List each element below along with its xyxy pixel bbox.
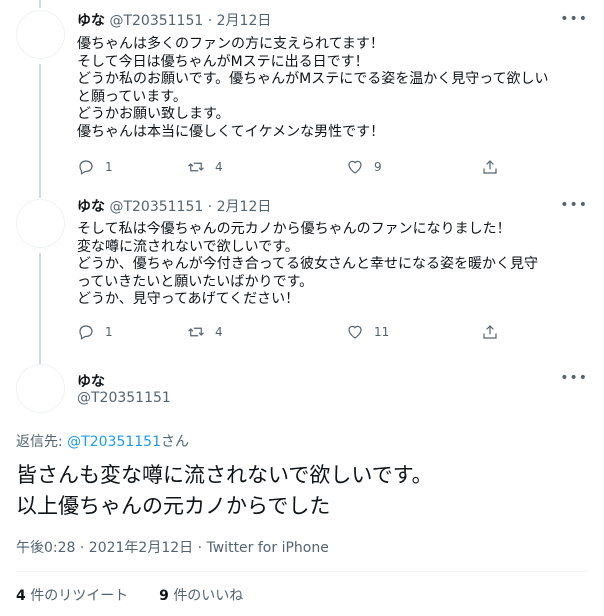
- tweet-header: ゆな @T20351151 · 2月12日: [77, 198, 271, 216]
- likes-stat[interactable]: 9 件のいいね: [159, 588, 243, 604]
- thread-line: [39, 64, 41, 190]
- reply-count: 1: [105, 325, 113, 339]
- avatar[interactable]: [16, 10, 65, 59]
- tweet-line: どうか私のお願いです。優ちゃんがMステにでる姿を温かく見守って欲しい: [77, 71, 549, 88]
- tweet-actions: 1 4 11: [77, 323, 587, 343]
- main-tweet-text: 皆さんも変な噂に流されないで欲しいです。 以上優ちゃんの元カノからでした: [16, 460, 433, 522]
- like-label: 件のいいね: [173, 588, 244, 604]
- tweet-line: どうか、優ちゃんが今付き合ってる彼女さんと幸せになる姿を暖かく見守: [77, 256, 539, 273]
- share-upload-icon: [483, 325, 497, 339]
- tweet-text: 優ちゃんは多くのファンの方に支えられてます！ そして今日は優ちゃんがMステに出る…: [77, 36, 587, 142]
- like-count: 9: [374, 160, 382, 174]
- heart-icon: [348, 160, 362, 174]
- thread-line-top: [39, 0, 41, 8]
- tweet-line: 優ちゃんは多くのファンの方に支えられてます！: [77, 36, 384, 52]
- retweets-stat[interactable]: 4 件のリツイート: [16, 588, 128, 604]
- timestamp: 午後0:28 · 2021年2月12日 · Twitter for iPhone: [16, 537, 329, 557]
- thread-line-top: [39, 190, 41, 198]
- reply-bubble-icon: [79, 325, 93, 340]
- tweet-line: っていきたいと願いたいばかりです。: [77, 273, 314, 290]
- display-name[interactable]: ゆな: [77, 13, 105, 29]
- main-avatar[interactable]: [16, 364, 65, 413]
- tweet-line: 変な噂に流されないで欲しいです。: [77, 238, 299, 255]
- dot-separator: ·: [207, 199, 217, 215]
- thread-line: [39, 253, 41, 358]
- heart-icon: [348, 325, 362, 339]
- like-button[interactable]: 11: [346, 323, 389, 341]
- tweet-actions: 1 4 9: [77, 158, 587, 178]
- reply-suffix: さん: [160, 434, 189, 450]
- replying-to: 返信先: @T20351151さん: [16, 431, 189, 451]
- tweet-text: そして私は今優ちゃんの元カノから優ちゃんのファンになりました！ 変な噂に流されな…: [77, 221, 587, 309]
- handle[interactable]: @T20351151: [109, 13, 203, 29]
- client-link[interactable]: Twitter for iPhone: [207, 540, 329, 556]
- tweet-line: どうか、見守ってあげてください！: [77, 291, 300, 308]
- tweet-line: 優ちゃんは本当に優しくてイケメンな男性です！: [77, 123, 385, 140]
- avatar[interactable]: [16, 199, 65, 248]
- tweet-line: そして今日は優ちゃんがMステに出る日です！: [77, 53, 369, 70]
- dot-separator: ·: [207, 13, 217, 29]
- retweet-label: 件のリツイート: [30, 588, 129, 604]
- reply-button[interactable]: 1: [77, 323, 113, 341]
- main-tweet-line: 以上優ちゃんの元カノからでした: [16, 494, 331, 518]
- tweet-header: ゆな @T20351151 · 2月12日: [77, 12, 271, 30]
- tweet-date[interactable]: 2月12日: [217, 13, 272, 29]
- like-button[interactable]: 9: [346, 158, 382, 176]
- retweet-count: 4: [215, 160, 223, 174]
- divider: [16, 571, 588, 572]
- main-handle[interactable]: @T20351151: [77, 390, 171, 406]
- like-total: 9: [159, 588, 169, 604]
- main-tweet-line: 皆さんも変な噂に流されないで欲しいです。: [16, 463, 433, 487]
- share-button[interactable]: [481, 323, 499, 341]
- retweet-count: 4: [215, 325, 223, 339]
- like-count: 11: [374, 325, 390, 339]
- display-name[interactable]: ゆな: [77, 199, 105, 215]
- retweet-button[interactable]: 4: [187, 158, 223, 176]
- handle[interactable]: @T20351151: [109, 199, 203, 215]
- tweet-line: どうかお願い致します。: [77, 106, 230, 123]
- share-button[interactable]: [481, 158, 499, 176]
- more-horizontal-icon[interactable]: •••: [560, 197, 588, 213]
- retweet-total: 4: [16, 588, 26, 604]
- engagement-stats: 4 件のリツイート 9 件のいいね: [16, 585, 243, 605]
- reply-handle-link[interactable]: @T20351151: [67, 434, 161, 450]
- tweet-line: と願っています。: [77, 88, 187, 105]
- share-upload-icon: [483, 160, 497, 174]
- main-display-name[interactable]: ゆな: [77, 371, 105, 391]
- retweet-arrows-icon: [188, 327, 204, 337]
- reply-prefix: 返信先:: [16, 434, 68, 450]
- reply-count: 1: [105, 160, 113, 174]
- tweet-2[interactable]: ゆな @T20351151 · 2月12日 ••• そして私は今優ちゃんの元カノ…: [0, 190, 604, 358]
- tweet-time[interactable]: 午後0:28 · 2021年2月12日 ·: [16, 540, 207, 556]
- retweet-arrows-icon: [188, 162, 204, 172]
- reply-bubble-icon: [79, 160, 93, 175]
- reply-button[interactable]: 1: [77, 158, 113, 176]
- tweet-date[interactable]: 2月12日: [217, 199, 272, 215]
- more-horizontal-icon[interactable]: •••: [560, 370, 588, 386]
- tweet-1[interactable]: ゆな @T20351151 · 2月12日 ••• 優ちゃんは多くのファンの方に…: [0, 0, 604, 190]
- retweet-button[interactable]: 4: [187, 323, 223, 341]
- tweet-line: そして私は今優ちゃんの元カノから優ちゃんのファンになりました！: [77, 221, 511, 237]
- more-horizontal-icon[interactable]: •••: [560, 11, 588, 27]
